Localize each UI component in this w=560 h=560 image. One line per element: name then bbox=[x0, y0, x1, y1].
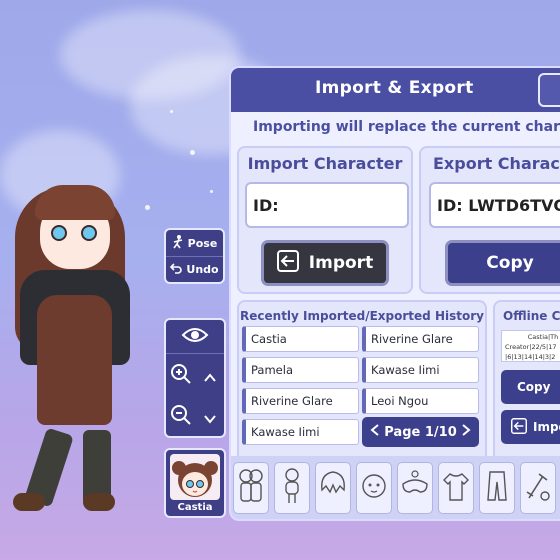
history-item[interactable]: Castia bbox=[242, 326, 359, 352]
chevron-up-icon bbox=[203, 364, 217, 388]
history-item[interactable]: Leoi Ngou bbox=[362, 388, 479, 414]
bottom-icon bbox=[482, 466, 512, 510]
history-item[interactable]: Pamela bbox=[242, 357, 359, 383]
tab-accessory[interactable] bbox=[397, 462, 433, 514]
tab-body[interactable] bbox=[274, 462, 310, 514]
tab-preset[interactable] bbox=[233, 462, 269, 514]
copy-button[interactable]: Copy bbox=[445, 240, 560, 286]
background-star bbox=[210, 190, 213, 193]
category-tab-bar bbox=[231, 456, 560, 519]
offline-code[interactable]: Castia|Th Creator|22/5|17 |6|13|14|14|3|… bbox=[501, 330, 560, 362]
history-item[interactable]: Riverine Glare bbox=[242, 388, 359, 414]
offline-import-label: Impo bbox=[533, 420, 560, 434]
offline-copy-button[interactable]: Copy bbox=[501, 370, 560, 404]
history-title: Recently Imported/Exported History bbox=[240, 309, 484, 323]
undo-label: Undo bbox=[186, 263, 219, 276]
header-tab-button[interactable] bbox=[538, 73, 560, 107]
import-arrow-icon bbox=[276, 249, 299, 277]
history-item[interactable]: Riverine Glare bbox=[362, 326, 479, 352]
view-controls bbox=[164, 318, 226, 438]
accessory-icon bbox=[400, 466, 430, 510]
props-icon bbox=[523, 466, 553, 510]
undo-button[interactable]: Undo bbox=[166, 256, 223, 282]
import-export-panel: Import & Export Importing will replace t… bbox=[229, 66, 560, 521]
character-model[interactable] bbox=[5, 175, 155, 515]
tab-face[interactable] bbox=[356, 462, 392, 514]
character-slot-card[interactable]: Castia bbox=[164, 448, 226, 518]
zoom-in-button[interactable] bbox=[166, 356, 196, 396]
character-dress bbox=[37, 295, 112, 425]
export-title: Export Charact bbox=[433, 154, 560, 173]
character-eye bbox=[81, 225, 97, 241]
history-item[interactable]: Kawase Iimi bbox=[362, 357, 479, 383]
pose-label: Pose bbox=[187, 236, 218, 250]
import-title: Import Character bbox=[247, 154, 403, 173]
pose-button[interactable]: Pose bbox=[166, 230, 223, 256]
avatar bbox=[170, 454, 220, 500]
import-button[interactable]: Import bbox=[261, 240, 389, 286]
tab-top[interactable] bbox=[438, 462, 474, 514]
offline-import-button[interactable]: Impo bbox=[501, 410, 560, 444]
panel-header: Import & Export bbox=[231, 68, 560, 112]
chevron-down-icon bbox=[203, 405, 217, 429]
offline-code-line: Castia|Th bbox=[527, 333, 559, 341]
background-star bbox=[190, 150, 195, 155]
body-icon bbox=[277, 466, 307, 510]
pose-figure-icon bbox=[172, 234, 184, 252]
avatar-name: Castia bbox=[177, 502, 213, 513]
zoom-in-icon bbox=[170, 363, 192, 390]
import-id-field[interactable]: ID: bbox=[245, 182, 409, 228]
character-shoe bbox=[83, 493, 115, 511]
background-star bbox=[170, 110, 173, 113]
eye-icon bbox=[181, 325, 209, 349]
hair-icon bbox=[318, 466, 348, 510]
replace-warning: Importing will replace the current chara… bbox=[253, 119, 560, 135]
copy-button-label: Copy bbox=[486, 253, 534, 273]
zoom-out-icon bbox=[170, 404, 192, 431]
panel-title: Import & Export bbox=[315, 78, 474, 98]
pose-undo-group: Pose Undo bbox=[164, 228, 225, 284]
offline-title: Offline C bbox=[503, 309, 560, 323]
character-eye bbox=[51, 225, 67, 241]
move-up-button[interactable] bbox=[196, 356, 224, 396]
character-bangs bbox=[35, 185, 115, 220]
history-item[interactable]: Kawase Iimi bbox=[242, 419, 359, 445]
zoom-out-button[interactable] bbox=[166, 398, 196, 436]
offline-code-line: |6|13|14|14|3|2 bbox=[505, 353, 556, 361]
eye-button[interactable] bbox=[166, 320, 224, 354]
import-button-label: Import bbox=[308, 253, 374, 273]
import-arrow-icon bbox=[511, 417, 527, 437]
move-down-button[interactable] bbox=[196, 398, 224, 436]
character-shoe bbox=[13, 493, 45, 511]
top-icon bbox=[441, 466, 471, 510]
export-section: Export Charact ID: LWTD6TVQS Copy bbox=[419, 146, 560, 294]
import-section: Import Character ID: Import bbox=[237, 146, 413, 294]
preset-icon bbox=[236, 466, 266, 510]
chevron-right-icon[interactable] bbox=[461, 424, 471, 440]
tab-props[interactable] bbox=[520, 462, 556, 514]
export-id-field[interactable]: ID: LWTD6TVQS bbox=[429, 182, 560, 228]
undo-arrow-icon bbox=[170, 262, 183, 277]
page-indicator: Page 1/10 bbox=[384, 424, 457, 440]
tab-bottom[interactable] bbox=[479, 462, 515, 514]
offline-copy-label: Copy bbox=[517, 380, 551, 394]
chevron-left-icon[interactable] bbox=[370, 424, 380, 440]
history-pager: Page 1/10 bbox=[362, 417, 479, 447]
face-icon bbox=[359, 466, 389, 510]
tab-hair[interactable] bbox=[315, 462, 351, 514]
offline-code-line: Creator|22/5|17 bbox=[505, 343, 557, 351]
